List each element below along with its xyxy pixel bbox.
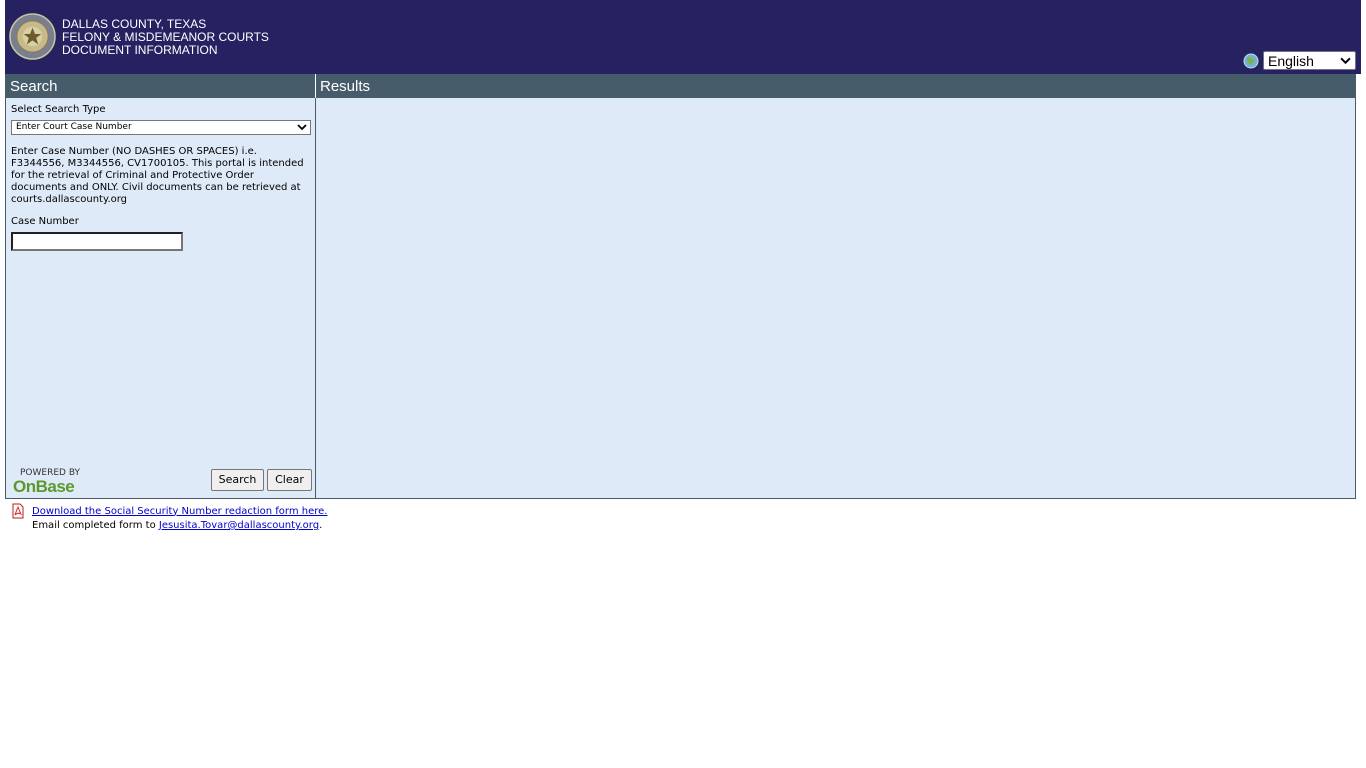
email-prefix: Email completed form to	[32, 520, 159, 531]
case-number-label: Case Number	[11, 216, 79, 227]
pdf-icon	[12, 503, 24, 519]
email-suffix: .	[319, 520, 323, 531]
results-panel	[316, 98, 1355, 498]
case-number-input[interactable]	[11, 232, 183, 251]
search-instructions: Enter Case Number (NO DASHES OR SPACES) …	[11, 146, 304, 205]
site-title: DALLAS COUNTY, TEXAS FELONY & MISDEMEANO…	[62, 18, 269, 57]
results-panel-title: Results	[316, 74, 1355, 98]
download-row: Download the Social Security Number reda…	[10, 503, 327, 519]
site-header: DALLAS COUNTY, TEXAS FELONY & MISDEMEANO…	[5, 0, 1361, 74]
clear-button[interactable]: Clear	[267, 469, 312, 491]
search-panel-title: Search	[6, 74, 316, 98]
onbase-logo: POWERED BY OnBase	[13, 469, 80, 496]
search-panel: Select Search Type Enter Court Case Numb…	[6, 98, 316, 498]
chevron-down-icon	[1340, 57, 1351, 65]
email-instructions: Email completed form to Jesusita.Tovar@d…	[32, 520, 322, 531]
search-button[interactable]: Search	[211, 469, 264, 491]
county-seal-icon	[9, 13, 56, 60]
language-select-value: English	[1268, 52, 1314, 69]
search-type-label: Select Search Type	[11, 104, 106, 115]
language-select[interactable]: English	[1263, 51, 1356, 70]
title-line-docinfo: DOCUMENT INFORMATION	[62, 43, 218, 57]
ssn-redaction-form-link[interactable]: Download the Social Security Number reda…	[32, 506, 327, 517]
onbase-wordmark: OnBase	[13, 477, 75, 496]
email-link[interactable]: Jesusita.Tovar@dallascounty.org	[159, 520, 319, 531]
globe-icon	[1243, 53, 1259, 68]
chevron-down-icon	[297, 124, 307, 131]
language-selector: English	[1243, 51, 1356, 70]
search-type-value: Enter Court Case Number	[16, 122, 132, 132]
main-panels: Search Results Select Search Type Enter …	[5, 74, 1356, 499]
search-type-select[interactable]: Enter Court Case Number	[11, 120, 311, 135]
